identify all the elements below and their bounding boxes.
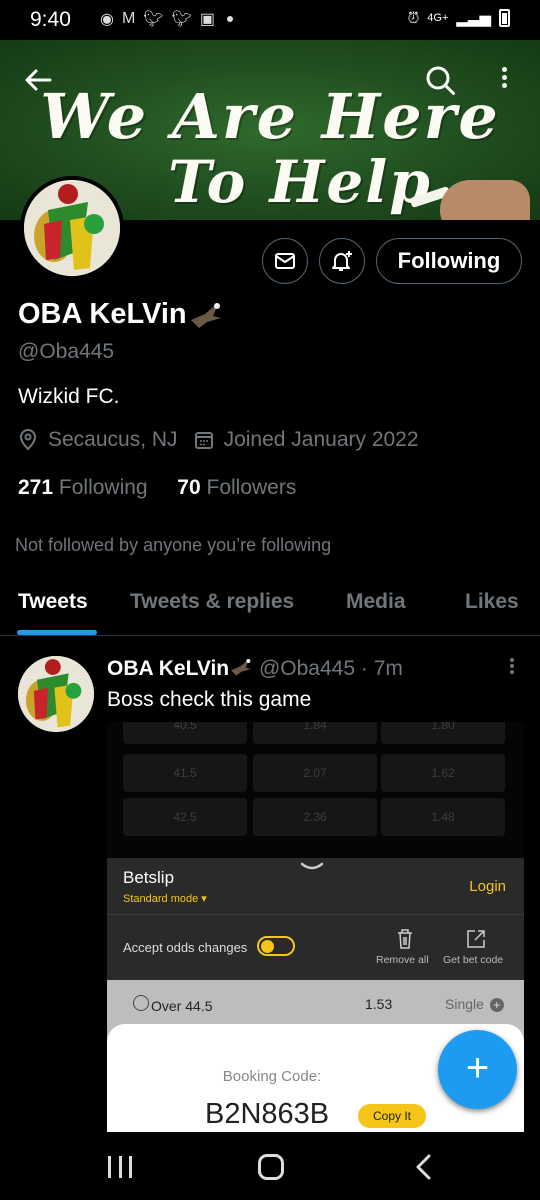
odds-cell: 2.36 bbox=[253, 798, 377, 836]
betslip-title: Betslip bbox=[123, 868, 175, 887]
follow-counts: 271 Following 70 Followers bbox=[18, 476, 296, 500]
status-bar: 9:40 ◉ M 🐦︎ 🐦︎ ▣ ⏰︎ 4G+ ▂▃▅ bbox=[0, 0, 540, 40]
arrow-left-icon bbox=[25, 69, 52, 91]
location-icon bbox=[19, 429, 37, 451]
recent-apps-button[interactable] bbox=[108, 1156, 132, 1178]
followers-count-link[interactable]: 70 Followers bbox=[177, 476, 296, 499]
chevron-down-icon bbox=[300, 862, 324, 870]
back-nav-button[interactable] bbox=[414, 1154, 434, 1180]
divider bbox=[107, 914, 524, 915]
tweet-avatar[interactable] bbox=[18, 656, 94, 732]
tab-media[interactable]: Media bbox=[346, 590, 406, 614]
odds-cell: 41.5 bbox=[123, 754, 247, 792]
search-icon bbox=[426, 66, 455, 95]
system-icons: ⏰︎ 4G+ ▂▃▅ bbox=[408, 9, 510, 27]
odds-cell: 1.80 bbox=[381, 722, 505, 744]
remove-all-label: Remove all bbox=[376, 954, 429, 966]
more-notifications-icon bbox=[227, 16, 234, 22]
not-followed-note: Not followed by anyone you’re following bbox=[15, 535, 332, 555]
following-count-link[interactable]: 271 Following bbox=[18, 476, 148, 499]
betslip-mode: Standard mode ▾ bbox=[123, 893, 207, 905]
battery-icon bbox=[499, 9, 510, 27]
basketball-icon bbox=[133, 995, 149, 1011]
compose-tweet-button[interactable]: + bbox=[438, 1030, 517, 1109]
signal-icon: ▂▃▅ bbox=[456, 10, 491, 27]
tweet-separator: · bbox=[360, 657, 368, 680]
alarm-icon: ⏰︎ bbox=[407, 9, 420, 27]
tweet-time: 7m bbox=[373, 657, 403, 680]
bet-selection: Over 44.5 bbox=[151, 998, 213, 1014]
calendar-icon bbox=[194, 432, 213, 449]
more-vertical-icon bbox=[501, 67, 507, 72]
search-button[interactable] bbox=[424, 64, 458, 98]
tweet-author-handle: @Oba445 bbox=[258, 657, 356, 680]
profile-name-text: OBA KeLVin bbox=[18, 298, 187, 330]
odds-cell: 42.5 bbox=[123, 798, 247, 836]
get-bet-code-label: Get bet code bbox=[443, 954, 504, 966]
betslip-login: Login bbox=[469, 878, 506, 895]
odds-cell: 1.62 bbox=[381, 754, 505, 792]
network-type: 4G+ bbox=[427, 12, 449, 24]
plus-circle-icon: + bbox=[489, 998, 504, 1012]
twitter-icon: 🐦︎ bbox=[143, 11, 164, 28]
profile-name: OBA KeLVin bbox=[18, 298, 223, 331]
active-tab-indicator bbox=[17, 630, 97, 635]
home-button[interactable] bbox=[258, 1154, 284, 1180]
odds-cell: 2.07 bbox=[253, 754, 377, 792]
share-icon bbox=[467, 930, 485, 948]
profile-handle: @Oba445 bbox=[18, 340, 115, 363]
more-vertical-icon bbox=[510, 658, 514, 662]
status-time: 9:40 bbox=[30, 8, 71, 31]
mail-icon bbox=[275, 253, 295, 269]
eagle-icon bbox=[190, 301, 221, 328]
odds-cell: 1.84 bbox=[253, 722, 377, 744]
tab-tweets[interactable]: Tweets bbox=[18, 590, 88, 614]
avatar-image bbox=[18, 656, 94, 732]
profile-location: Secaucus, NJ bbox=[48, 428, 178, 451]
back-button[interactable] bbox=[22, 64, 58, 100]
tweet-more-button[interactable] bbox=[508, 656, 516, 678]
message-button[interactable] bbox=[262, 238, 308, 284]
eagle-icon bbox=[231, 658, 252, 676]
notifications-button[interactable] bbox=[319, 238, 365, 284]
app-notification-icon: ◉ bbox=[100, 11, 114, 28]
gmail-icon: M bbox=[121, 10, 136, 27]
bet-type: Single + bbox=[445, 996, 504, 1012]
bet-odds: 1.53 bbox=[365, 996, 393, 1012]
twitter-icon: 🐦︎ bbox=[171, 11, 192, 28]
copy-code-button: Copy It bbox=[358, 1104, 426, 1128]
tweet-header: OBA KeLVin @Oba445 · 7m bbox=[107, 657, 403, 681]
bell-plus-icon bbox=[332, 251, 352, 271]
profile-avatar[interactable] bbox=[20, 176, 124, 280]
notification-icons: ◉ M 🐦︎ 🐦︎ ▣ bbox=[100, 9, 234, 29]
accept-odds-label: Accept odds changes bbox=[123, 940, 248, 955]
profile-joined: Joined January 2022 bbox=[223, 428, 419, 451]
odds-cell: 40.5 bbox=[123, 722, 247, 744]
tweet-text: Boss check this game bbox=[107, 688, 312, 711]
profile-tabs: Tweets Tweets & replies Media Likes bbox=[0, 578, 540, 636]
banner-text-line1: We Are Here bbox=[40, 80, 500, 153]
booking-code-value: B2N863B bbox=[205, 1098, 330, 1130]
trash-icon bbox=[398, 929, 412, 949]
tab-tweets-replies[interactable]: Tweets & replies bbox=[130, 590, 294, 614]
accept-odds-toggle bbox=[257, 936, 295, 956]
more-button[interactable] bbox=[494, 64, 514, 98]
booking-code-label: Booking Code: bbox=[222, 1068, 322, 1085]
gallery-icon: ▣ bbox=[199, 11, 216, 28]
profile-meta: Secaucus, NJ Joined January 2022 bbox=[18, 428, 419, 452]
system-navigation-bar bbox=[0, 1132, 540, 1200]
hand-graphic bbox=[440, 180, 530, 220]
avatar-image bbox=[24, 180, 120, 276]
following-button[interactable]: Following bbox=[376, 238, 522, 284]
tab-likes[interactable]: Likes bbox=[465, 590, 519, 614]
tweet-author-name[interactable]: OBA KeLVin bbox=[107, 657, 229, 680]
profile-bio: Wizkid FC. bbox=[18, 385, 120, 408]
odds-cell: 1.48 bbox=[381, 798, 505, 836]
